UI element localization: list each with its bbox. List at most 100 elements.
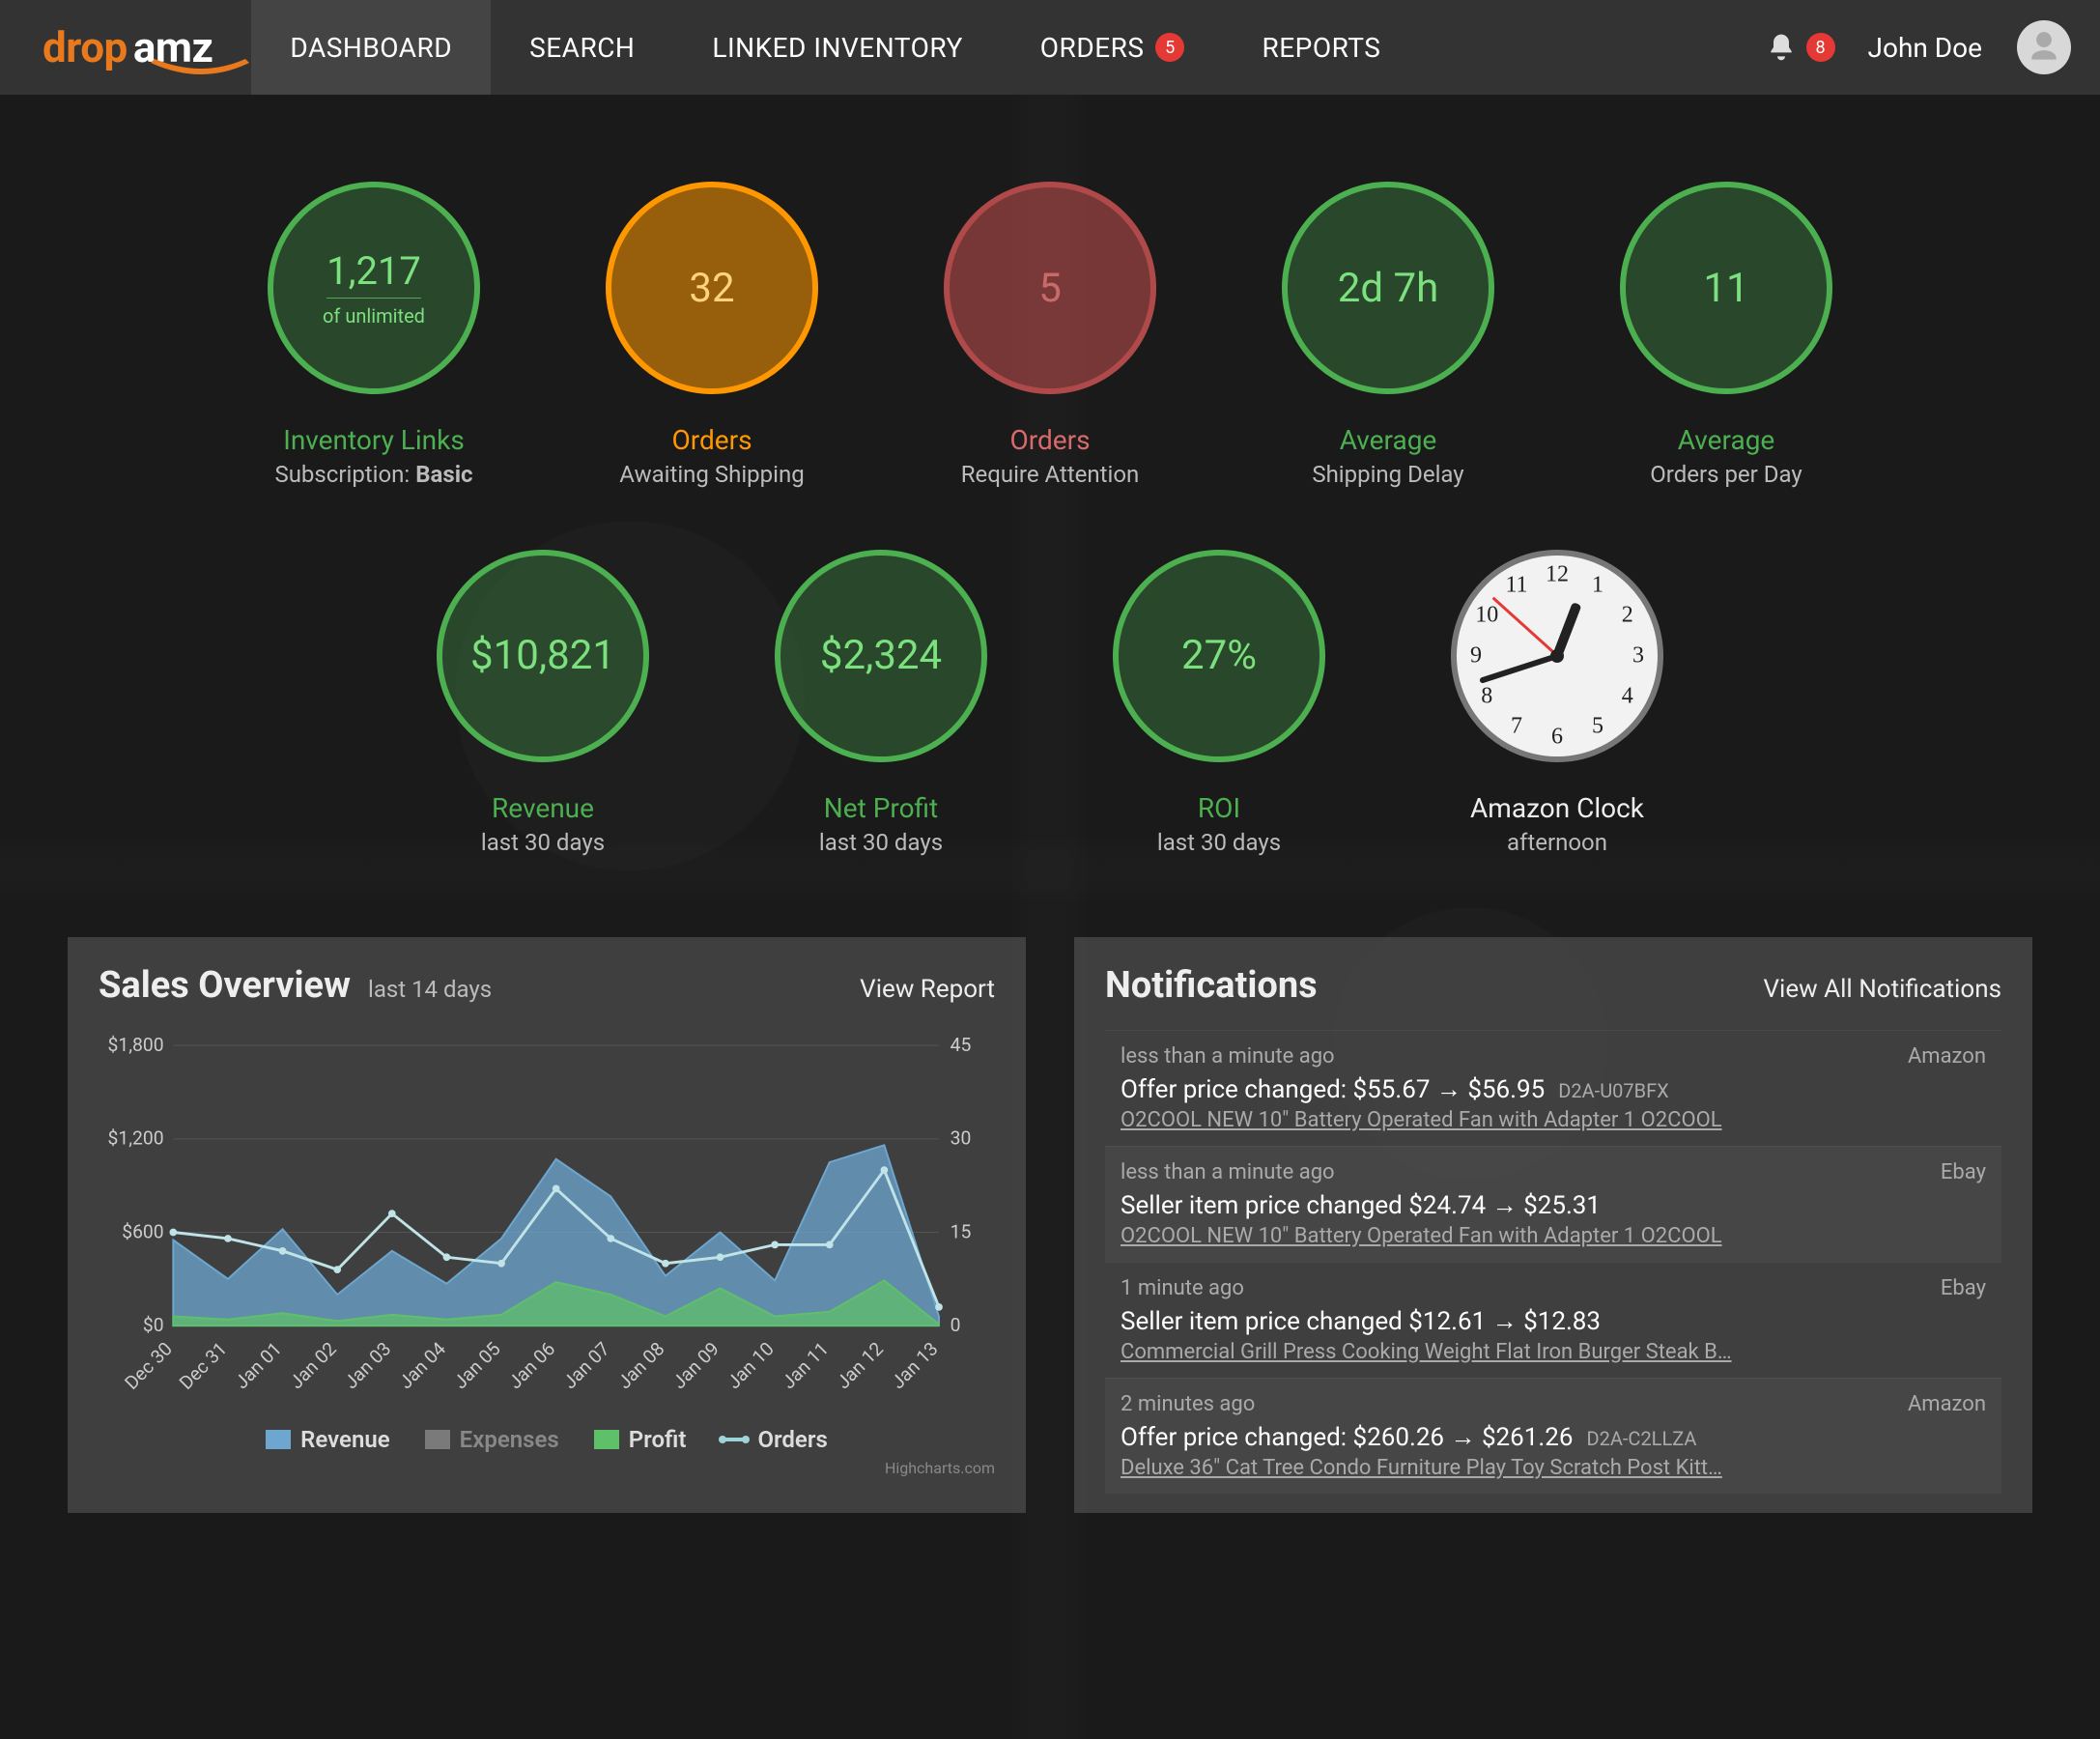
legend-label: Orders bbox=[757, 1426, 827, 1453]
svg-text:Jan 11: Jan 11 bbox=[778, 1337, 834, 1393]
notif-product-link[interactable]: O2COOL NEW 10" Battery Operated Fan with… bbox=[1121, 1224, 1986, 1248]
sales-panel-title: Sales Overview bbox=[99, 964, 351, 1007]
clock-number: 9 bbox=[1470, 642, 1482, 669]
stat-value: $10,821 bbox=[470, 632, 615, 679]
stat-card[interactable]: 11AverageOrders per Day bbox=[1610, 182, 1842, 492]
stat-card[interactable]: 123456789101112Amazon Clockafternoon bbox=[1441, 550, 1673, 860]
notif-time: 1 minute ago bbox=[1121, 1276, 1244, 1300]
nav-item-linked-inventory[interactable]: LINKED INVENTORY bbox=[673, 0, 1001, 95]
navbar: drop amz DASHBOARD SEARCH LINKED INVENTORY… bbox=[0, 0, 2100, 95]
stat-label: AverageOrders per Day bbox=[1650, 421, 1802, 492]
svg-text:$0: $0 bbox=[143, 1314, 164, 1336]
stat-label-2: last 30 days bbox=[481, 827, 605, 860]
stat-circle: $2,324 bbox=[775, 550, 987, 762]
stat-label-1: Amazon Clock bbox=[1470, 789, 1644, 827]
sales-chart: $0$600$1,200$1,8000153045Dec 30Dec 31Jan… bbox=[99, 1030, 995, 1494]
notification-item[interactable]: less than a minute agoEbaySeller item pr… bbox=[1105, 1146, 2001, 1262]
stat-label-2: Subscription: Basic bbox=[274, 459, 472, 492]
sales-panel-subtitle: last 14 days bbox=[368, 976, 492, 1003]
notification-item[interactable]: 1 minute agoEbaySeller item price change… bbox=[1105, 1262, 2001, 1378]
legend-label: Expenses bbox=[460, 1426, 559, 1453]
stat-label: Inventory LinksSubscription: Basic bbox=[274, 421, 472, 492]
svg-text:$1,800: $1,800 bbox=[108, 1034, 164, 1056]
notif-list: less than a minute agoAmazonOffer price … bbox=[1105, 1030, 2001, 1494]
stat-value: 32 bbox=[689, 265, 734, 312]
svg-text:Jan 07: Jan 07 bbox=[558, 1337, 614, 1393]
notif-product-link[interactable]: Deluxe 36" Cat Tree Condo Furniture Play… bbox=[1121, 1456, 1986, 1480]
stat-label-1: Net Profit bbox=[819, 789, 943, 827]
svg-text:Jan 12: Jan 12 bbox=[832, 1337, 888, 1393]
clock-number: 3 bbox=[1632, 642, 1644, 669]
stat-card[interactable]: 2d 7hAverageShipping Delay bbox=[1272, 182, 1504, 492]
notifications-button[interactable]: 8 bbox=[1766, 32, 1835, 63]
svg-text:0: 0 bbox=[951, 1314, 961, 1336]
notification-item[interactable]: less than a minute agoAmazonOffer price … bbox=[1105, 1030, 2001, 1146]
stat-card[interactable]: 1,217of unlimitedInventory LinksSubscrip… bbox=[258, 182, 490, 492]
legend-item-revenue[interactable]: Revenue bbox=[266, 1426, 390, 1453]
legend-item-expenses[interactable]: Expenses bbox=[425, 1426, 559, 1453]
stat-label-2: Require Attention bbox=[961, 459, 1140, 492]
stat-value: 2d 7h bbox=[1338, 265, 1438, 312]
stat-label: Revenuelast 30 days bbox=[481, 789, 605, 860]
notif-product-link[interactable]: Commercial Grill Press Cooking Weight Fl… bbox=[1121, 1340, 1986, 1364]
stat-circle: 32 bbox=[606, 182, 818, 394]
svg-text:Jan 04: Jan 04 bbox=[394, 1337, 450, 1393]
stat-label-2: Awaiting Shipping bbox=[619, 459, 804, 492]
clock-number: 6 bbox=[1551, 724, 1563, 750]
sales-overview-panel: Sales Overview last 14 days View Report … bbox=[68, 937, 1026, 1513]
brand-logo[interactable]: drop amz bbox=[43, 22, 213, 72]
svg-text:Jan 09: Jan 09 bbox=[668, 1337, 724, 1393]
notif-panel-header: Notifications View All Notifications bbox=[1105, 964, 2001, 1007]
clock-second-hand bbox=[1491, 596, 1558, 656]
stat-card[interactable]: $10,821 Revenuelast 30 days bbox=[427, 550, 659, 860]
legend-label: Profit bbox=[629, 1426, 687, 1453]
svg-text:Jan 05: Jan 05 bbox=[449, 1337, 505, 1393]
notif-title: Offer price changed: $55.67 → $56.95 bbox=[1121, 1075, 1545, 1104]
nav-item-search[interactable]: SEARCH bbox=[491, 0, 673, 95]
sales-chart-svg: $0$600$1,200$1,8000153045Dec 30Dec 31Jan… bbox=[99, 1030, 995, 1407]
svg-text:30: 30 bbox=[951, 1126, 972, 1149]
notif-panel-title: Notifications bbox=[1105, 964, 1318, 1007]
stat-subvalue: of unlimited bbox=[323, 304, 425, 328]
notif-title: Offer price changed: $260.26 → $261.26 bbox=[1121, 1423, 1573, 1452]
stat-label: OrdersAwaiting Shipping bbox=[619, 421, 804, 492]
legend-item-profit[interactable]: Profit bbox=[594, 1426, 687, 1453]
nav-item-label: LINKED INVENTORY bbox=[712, 32, 962, 64]
notifications-panel: Notifications View All Notifications les… bbox=[1074, 937, 2032, 1513]
user-name[interactable]: John Doe bbox=[1868, 32, 1982, 64]
svg-text:Dec 31: Dec 31 bbox=[175, 1337, 231, 1393]
notif-time: less than a minute ago bbox=[1121, 1160, 1335, 1184]
svg-text:Jan 03: Jan 03 bbox=[340, 1337, 396, 1393]
clock-number: 1 bbox=[1592, 573, 1603, 599]
svg-text:$1,200: $1,200 bbox=[108, 1126, 164, 1149]
stat-value: 27% bbox=[1181, 632, 1257, 679]
stat-label: Amazon Clockafternoon bbox=[1470, 789, 1644, 860]
notification-item[interactable]: 2 minutes agoAmazonOffer price changed: … bbox=[1105, 1378, 2001, 1494]
bell-icon bbox=[1766, 32, 1797, 63]
stat-card[interactable]: 5OrdersRequire Attention bbox=[934, 182, 1166, 492]
view-report-link[interactable]: View Report bbox=[860, 975, 995, 1004]
stat-card[interactable]: 27%ROIlast 30 days bbox=[1103, 550, 1335, 860]
svg-text:Jan 10: Jan 10 bbox=[723, 1337, 779, 1393]
nav-item-label: ORDERS bbox=[1040, 32, 1145, 64]
svg-text:Dec 30: Dec 30 bbox=[120, 1337, 176, 1393]
legend-item-orders[interactable]: Orders bbox=[721, 1426, 827, 1453]
notif-code: D2A-U07BFX bbox=[1558, 1079, 1668, 1102]
nav-item-orders[interactable]: ORDERS5 bbox=[1002, 0, 1224, 95]
clock-number: 8 bbox=[1481, 683, 1492, 709]
stat-value: $2,324 bbox=[820, 632, 942, 679]
stat-card[interactable]: $2,324Net Profitlast 30 days bbox=[765, 550, 997, 860]
sales-panel-header: Sales Overview last 14 days View Report bbox=[99, 964, 995, 1007]
svg-text:Jan 13: Jan 13 bbox=[887, 1337, 943, 1393]
nav-item-label: DASHBOARD bbox=[290, 32, 452, 64]
nav-item-reports[interactable]: REPORTS bbox=[1223, 0, 1419, 95]
chart-legend: Revenue Expenses Profit Orders bbox=[99, 1426, 995, 1453]
nav-item-dashboard[interactable]: DASHBOARD bbox=[251, 0, 491, 95]
notif-title: Seller item price changed $24.74 → $25.3… bbox=[1121, 1191, 1601, 1220]
user-avatar[interactable] bbox=[2017, 20, 2071, 74]
view-all-notifications-link[interactable]: View All Notifications bbox=[1763, 975, 2001, 1004]
stat-row-2: $10,821 Revenuelast 30 days $2,324 Net Prof… bbox=[427, 550, 1673, 860]
stat-card[interactable]: 32 OrdersAwaiting Shipping bbox=[596, 182, 828, 492]
notif-product-link[interactable]: O2COOL NEW 10" Battery Operated Fan with… bbox=[1121, 1108, 1986, 1132]
stat-label-2: Orders per Day bbox=[1650, 459, 1802, 492]
